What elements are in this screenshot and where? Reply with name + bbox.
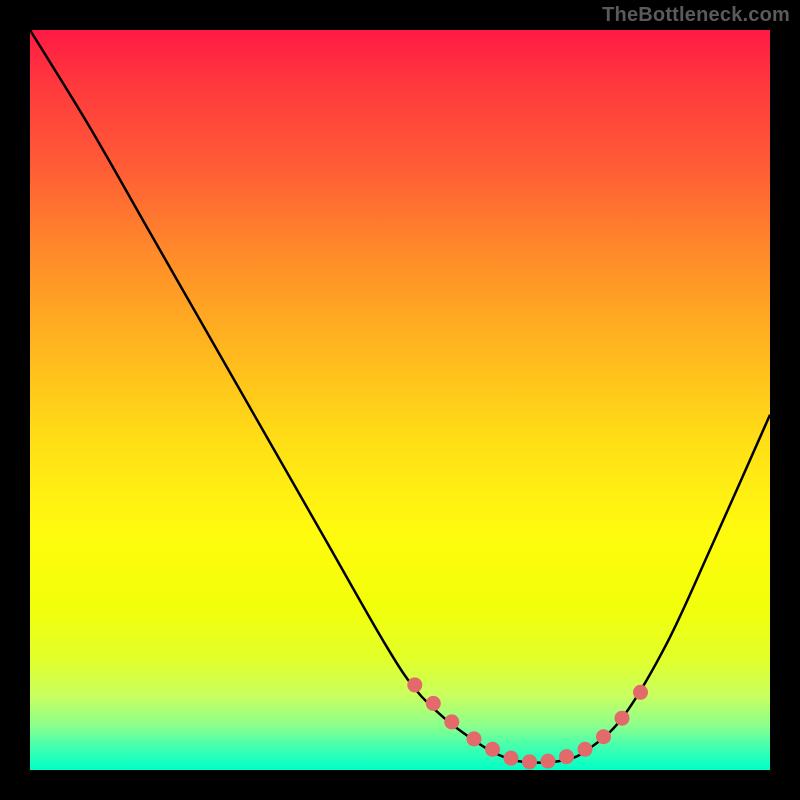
chart-area [30,30,770,770]
marker-dot [485,742,500,757]
marker-dot [633,685,648,700]
marker-dot [596,729,611,744]
marker-dot [407,677,422,692]
bottleneck-curve [30,30,770,763]
curve-markers [407,677,648,769]
marker-dot [541,754,556,769]
chart-svg [30,30,770,770]
marker-dot [444,714,459,729]
marker-dot [426,696,441,711]
marker-dot [615,711,630,726]
marker-dot [522,754,537,769]
marker-dot [559,749,574,764]
marker-dot [504,751,519,766]
marker-dot [467,731,482,746]
marker-dot [578,742,593,757]
watermark-text: TheBottleneck.com [602,4,790,27]
